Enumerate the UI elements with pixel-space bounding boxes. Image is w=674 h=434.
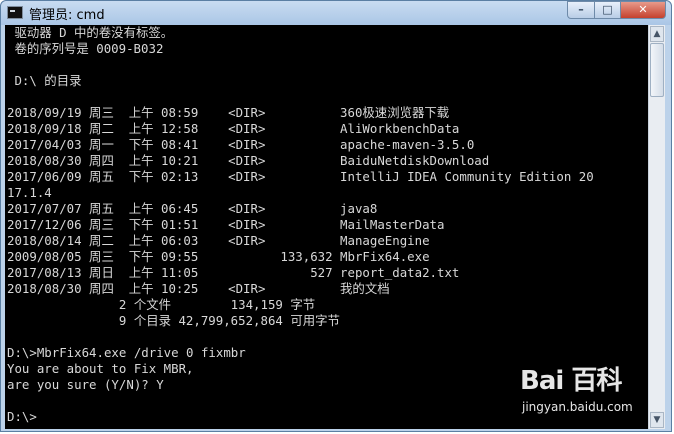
baidu-watermark: Bai 百科 jingyan.baidu.com — [520, 360, 660, 420]
close-button[interactable]: ✕ — [620, 1, 666, 19]
console-line: 2 个文件 134,159 字节 — [7, 297, 316, 312]
scroll-up-button[interactable]: ▲ — [650, 26, 664, 42]
console-line: 17.1.4 — [7, 185, 52, 200]
console-line: 2017/08/13 周日 上午 11:05 527 report_data2.… — [7, 265, 460, 280]
console-line: 2018/08/14 周二 上午 06:03 <DIR> ManageEngin… — [7, 233, 430, 248]
console-line: 9 个目录 42,799,652,864 可用字节 — [7, 313, 340, 328]
minimize-button[interactable]: – — [567, 1, 595, 19]
scroll-thumb[interactable] — [650, 43, 664, 97]
maximize-button[interactable]: □ — [594, 1, 621, 19]
console-line: 2017/07/07 周五 上午 06:45 <DIR> java8 — [7, 201, 378, 216]
console-line: 2017/12/06 周三 下午 01:51 <DIR> MailMasterD… — [7, 217, 445, 232]
console-line: D:\> — [7, 409, 37, 424]
console-line: You are about to Fix MBR, — [7, 361, 194, 376]
watermark-site: jingyan.baidu.com — [522, 400, 633, 414]
console-line: are you sure (Y/N)? Y — [7, 377, 164, 392]
console-line: 2017/04/03 周一 下午 08:41 <DIR> apache-mave… — [7, 137, 475, 152]
console-line: 2009/08/05 周三 下午 09:55 133,632 MbrFix64.… — [7, 249, 430, 264]
console-line: 卷的序列号是 0009-B032 — [7, 41, 164, 56]
console-line: 2017/06/09 周五 下午 02:13 <DIR> IntelliJ ID… — [7, 169, 594, 184]
console-line: 2018/08/30 周四 上午 10:25 <DIR> 我的文档 — [7, 281, 390, 296]
console-line: 驱动器 D 中的卷没有标签。 — [7, 25, 174, 40]
console-line: 2018/09/19 周三 上午 08:59 <DIR> 360极速浏览器下载 — [7, 105, 450, 120]
console-line: D:\>MbrFix64.exe /drive 0 fixmbr — [7, 345, 246, 360]
console-line: D:\ 的目录 — [7, 73, 82, 88]
cmd-icon — [7, 6, 23, 19]
console-line: 2018/09/18 周二 上午 12:58 <DIR> AliWorkbenc… — [7, 121, 460, 136]
console-line: 2018/08/30 周四 上午 10:21 <DIR> BaiduNetdis… — [7, 153, 490, 168]
window-title: 管理员: cmd — [29, 8, 105, 23]
baidu-logo: Bai 百科 — [520, 366, 622, 396]
title-bar[interactable]: 管理员: cmd – □ ✕ — [1, 1, 671, 25]
